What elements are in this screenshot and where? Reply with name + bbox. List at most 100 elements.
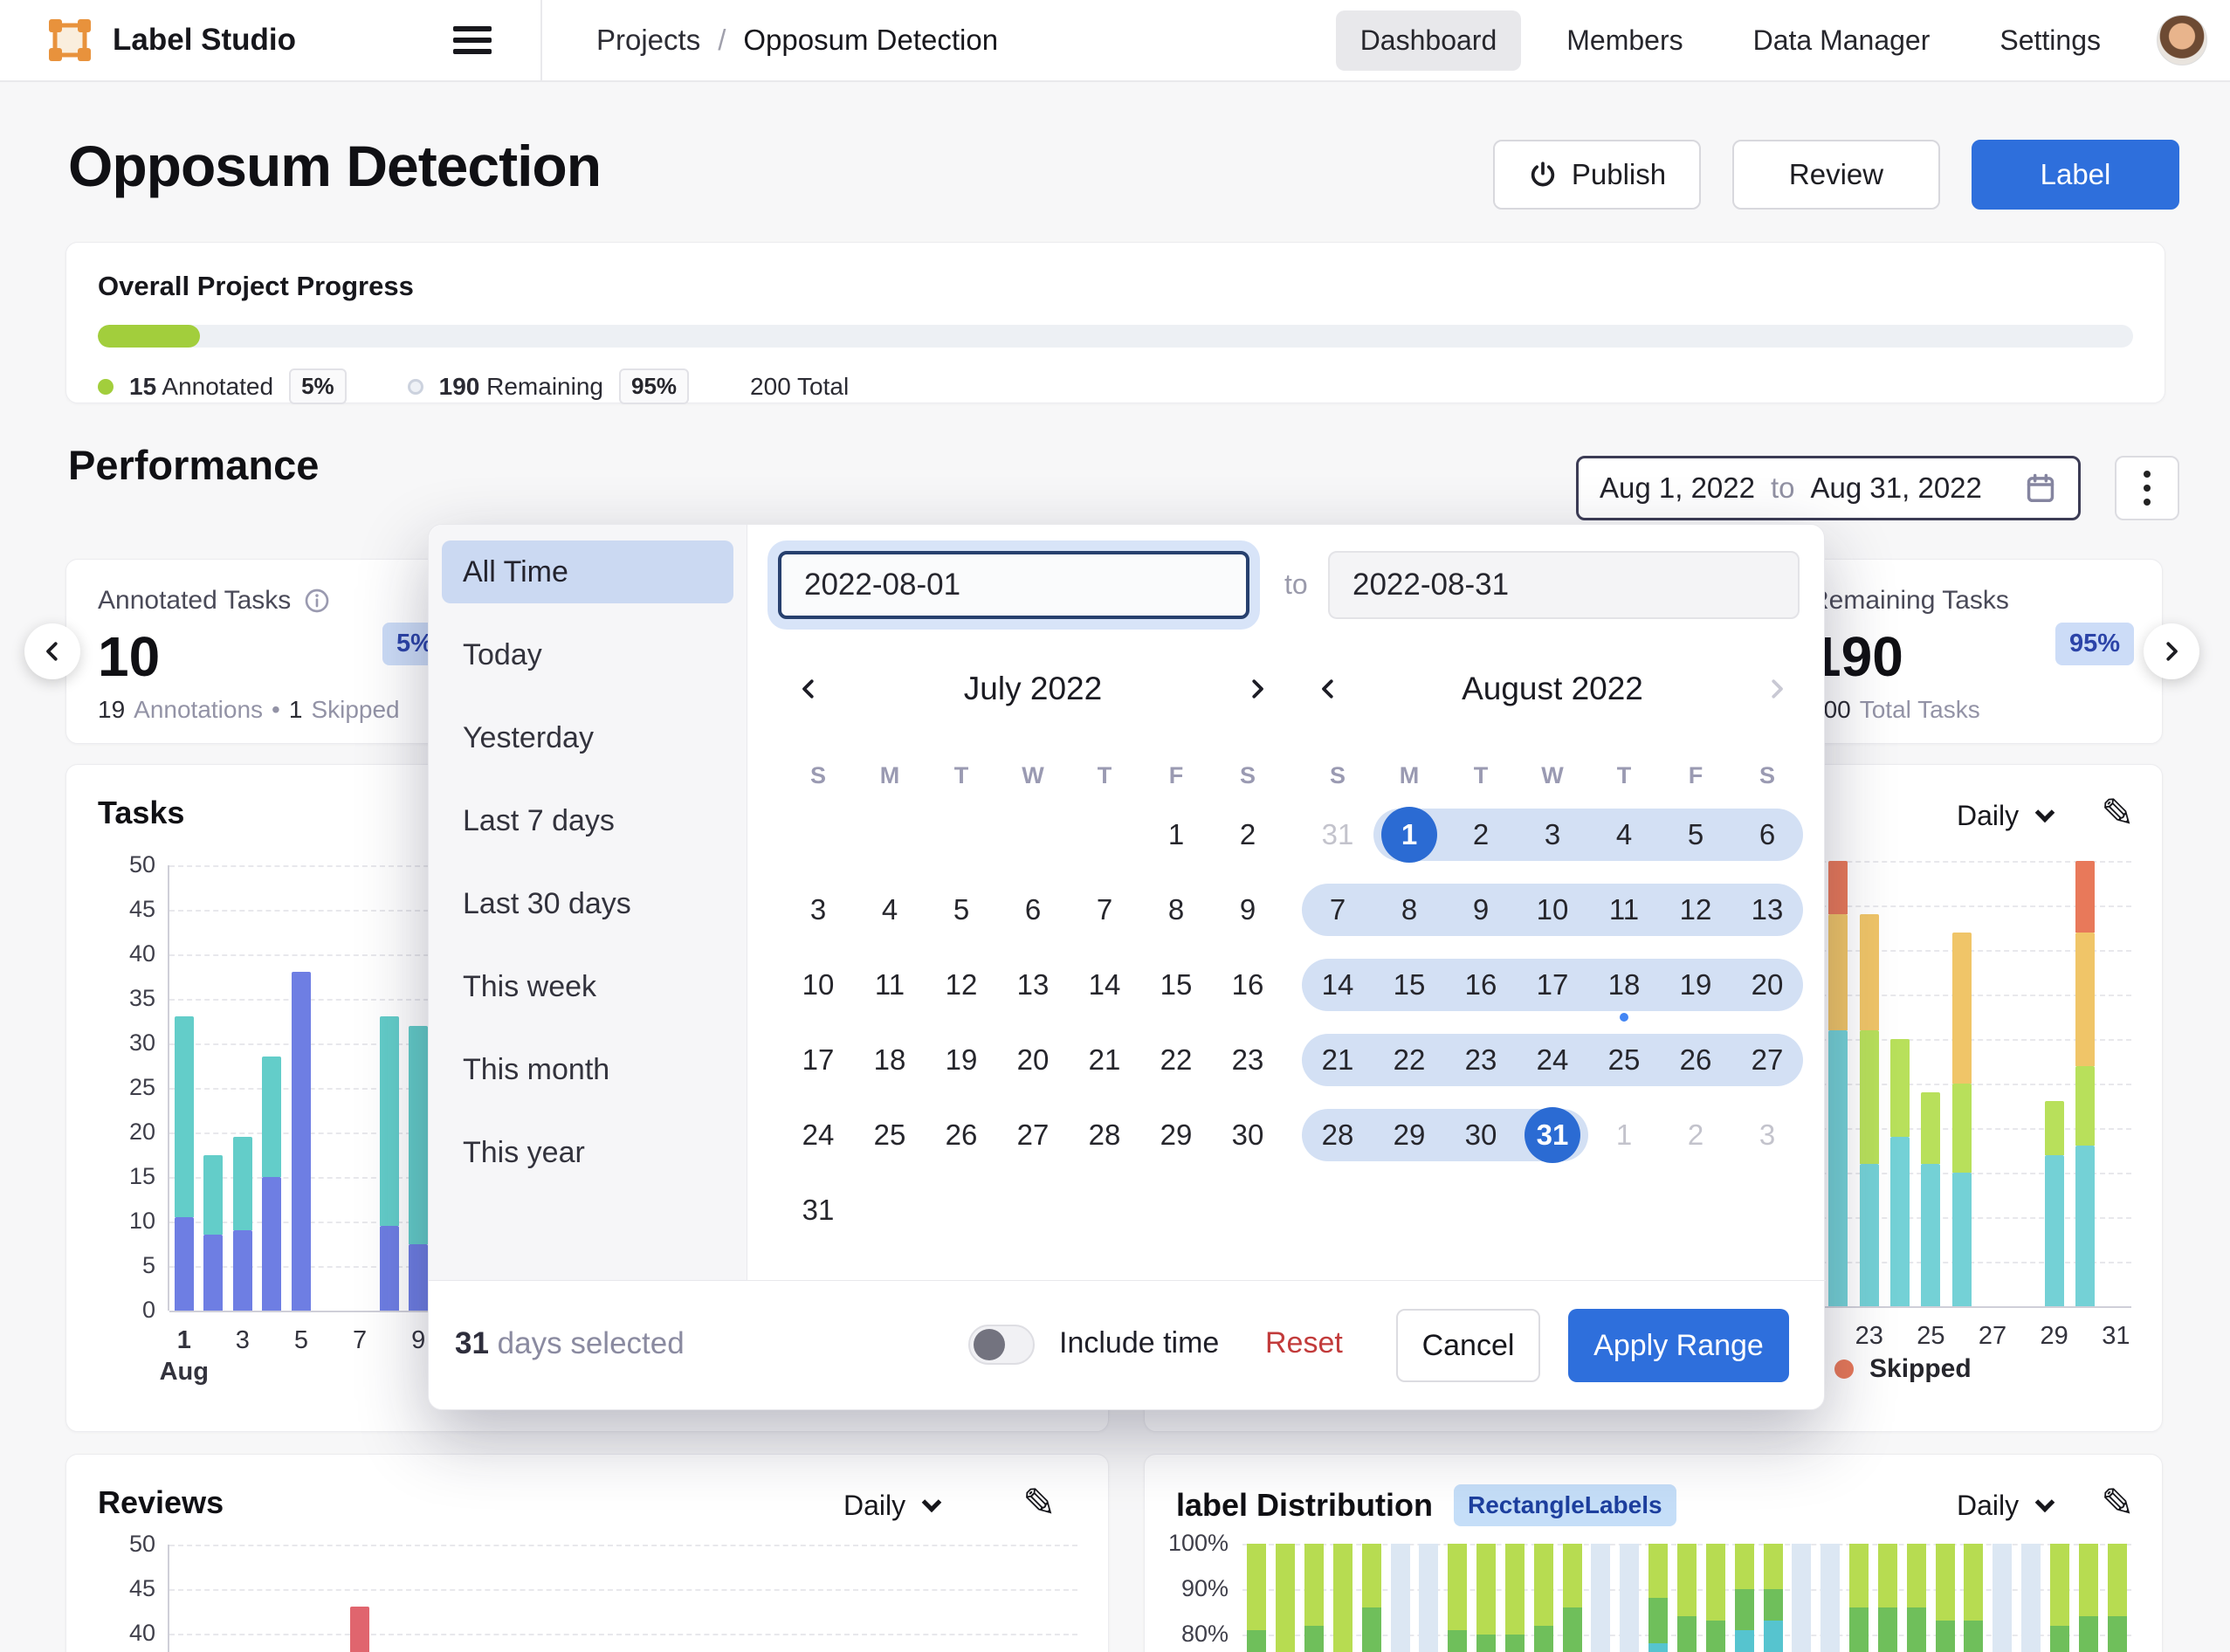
start-date-input[interactable] [778,551,1249,619]
preset-this-month[interactable]: This month [442,1038,733,1101]
calendar-day[interactable]: 19 [926,1022,997,1098]
calendar-day[interactable]: 29 [1140,1098,1212,1173]
calendar-day[interactable]: 13 [997,947,1069,1022]
calendar-day[interactable]: 26 [1660,1022,1731,1098]
calendar-day[interactable]: 28 [1069,1098,1140,1173]
calendar-day[interactable]: 18 [854,1022,926,1098]
calendar-day[interactable]: 23 [1445,1022,1517,1098]
calendar-day[interactable]: 25 [854,1098,926,1173]
calendar-day[interactable]: 6 [1731,797,1803,872]
calendar-day[interactable]: 2 [1445,797,1517,872]
calendar-day[interactable]: 21 [1069,1022,1140,1098]
preset-this-year[interactable]: This year [442,1121,733,1184]
calendar-day[interactable]: 30 [1445,1098,1517,1173]
calendar-day[interactable]: 7 [1302,872,1373,947]
calendar-day[interactable]: 3 [1517,797,1588,872]
end-date-input[interactable] [1328,551,1800,619]
annotations-period-dropdown[interactable]: Daily [1957,800,2052,832]
nav-item-settings[interactable]: Settings [1975,10,2125,71]
calendar-day[interactable]: 19 [1660,947,1731,1022]
calendar-day[interactable]: 23 [1212,1022,1284,1098]
calendar-day[interactable]: 15 [1140,947,1212,1022]
calendar-day[interactable]: 7 [1069,872,1140,947]
label-distribution-period-dropdown[interactable]: Daily [1957,1490,2052,1522]
calendar-day[interactable]: 20 [1731,947,1803,1022]
calendar-day[interactable]: 4 [854,872,926,947]
next-month-icon[interactable] [1238,670,1277,708]
calendar-day[interactable]: 10 [1517,872,1588,947]
calendar-day[interactable]: 20 [997,1022,1069,1098]
calendar-day[interactable]: 10 [782,947,854,1022]
calendar-day[interactable]: 21 [1302,1022,1373,1098]
carousel-left-button[interactable] [24,623,80,679]
calendar-day[interactable]: 5 [926,872,997,947]
calendar-day[interactable]: 28 [1302,1098,1373,1173]
calendar-day[interactable]: 2 [1212,797,1284,872]
date-range-button[interactable]: Aug 1, 2022 to Aug 31, 2022 [1576,456,2081,520]
calendar-day[interactable]: 13 [1731,872,1803,947]
calendar-day[interactable]: 14 [1302,947,1373,1022]
label-button[interactable]: Label [1972,140,2179,210]
calendar-day[interactable]: 4 [1588,797,1660,872]
prev-month-icon[interactable] [789,670,828,708]
calendar-day[interactable]: 16 [1212,947,1284,1022]
calendar-day[interactable]: 31 [782,1173,854,1248]
nav-item-members[interactable]: Members [1542,10,1707,71]
calendar-day[interactable]: 17 [1517,947,1588,1022]
calendar-day[interactable]: 14 [1069,947,1140,1022]
performance-menu-button[interactable] [2115,456,2179,520]
preset-all-time[interactable]: All Time [442,540,733,603]
calendar-day[interactable]: 22 [1140,1022,1212,1098]
calendar-day[interactable]: 16 [1445,947,1517,1022]
calendar-day[interactable]: 3 [1731,1098,1803,1173]
review-button[interactable]: Review [1732,140,1940,210]
include-time-toggle[interactable] [968,1325,1035,1365]
calendar-day[interactable]: 1 [1588,1098,1660,1173]
calendar-day[interactable]: 24 [782,1098,854,1173]
calendar-day[interactable]: 12 [926,947,997,1022]
calendar-day[interactable]: 15 [1373,947,1445,1022]
label-distribution-edit-icon[interactable]: ✎ [2101,1479,2135,1526]
calendar-day[interactable]: 26 [926,1098,997,1173]
calendar-day[interactable]: 3 [782,872,854,947]
calendar-day[interactable]: 9 [1212,872,1284,947]
calendar-day[interactable]: 29 [1373,1098,1445,1173]
carousel-right-button[interactable] [2144,623,2199,679]
calendar-day[interactable]: 8 [1373,872,1445,947]
calendar-day[interactable]: 31 [1302,797,1373,872]
calendar-day[interactable]: 11 [854,947,926,1022]
reviews-edit-icon[interactable]: ✎ [1022,1479,1056,1526]
calendar-day[interactable]: 11 [1588,872,1660,947]
preset-last-7-days[interactable]: Last 7 days [442,789,733,852]
calendar-day[interactable]: 27 [1731,1022,1803,1098]
calendar-day[interactable]: 9 [1445,872,1517,947]
calendar-day[interactable]: 1 [1373,797,1445,872]
avatar[interactable] [2157,15,2207,65]
prev-month-icon[interactable] [1309,670,1347,708]
preset-yesterday[interactable]: Yesterday [442,706,733,769]
apply-range-button[interactable]: Apply Range [1568,1309,1789,1382]
calendar-day[interactable]: 6 [997,872,1069,947]
calendar-day[interactable]: 8 [1140,872,1212,947]
reset-button[interactable]: Reset [1265,1326,1343,1360]
calendar-day[interactable]: 27 [997,1098,1069,1173]
calendar-day[interactable]: 30 [1212,1098,1284,1173]
calendar-day[interactable]: 24 [1517,1022,1588,1098]
calendar-day[interactable]: 12 [1660,872,1731,947]
reviews-period-dropdown[interactable]: Daily [843,1490,939,1522]
calendar-day[interactable]: 31 [1517,1098,1588,1173]
preset-last-30-days[interactable]: Last 30 days [442,872,733,935]
calendar-day[interactable]: 2 [1660,1098,1731,1173]
breadcrumb-projects[interactable]: Projects [596,24,700,57]
preset-this-week[interactable]: This week [442,955,733,1018]
calendar-day[interactable]: 22 [1373,1022,1445,1098]
calendar-day[interactable]: 25 [1588,1022,1660,1098]
annotations-edit-icon[interactable]: ✎ [2101,789,2135,836]
nav-item-data-manager[interactable]: Data Manager [1729,10,1955,71]
calendar-day[interactable]: 5 [1660,797,1731,872]
calendar-day[interactable]: 17 [782,1022,854,1098]
info-icon[interactable] [303,587,331,615]
preset-today[interactable]: Today [442,623,733,686]
publish-button[interactable]: Publish [1493,140,1701,210]
next-month-icon[interactable] [1758,670,1796,708]
